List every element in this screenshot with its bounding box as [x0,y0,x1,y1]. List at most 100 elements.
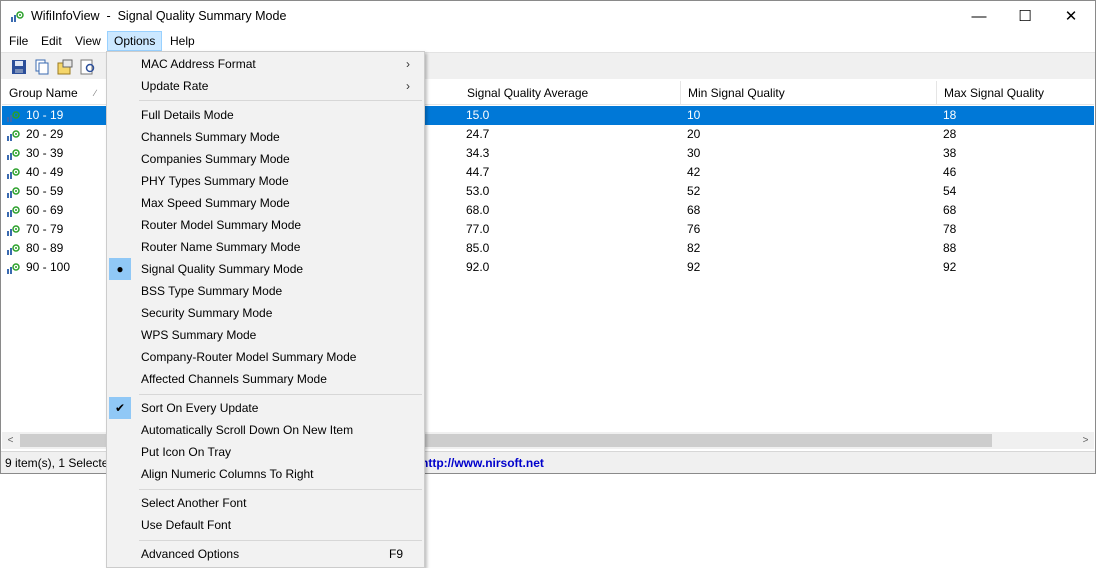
table-cell-group: 90 - 100 [26,260,71,274]
menu-item-sort-on-every-update[interactable]: ✔ Sort On Every Update [109,397,422,419]
menu-item-full-details-mode[interactable]: Full Details Mode [109,104,422,126]
wifi-signal-icon [7,263,20,274]
table-cell-max: 46 [943,165,957,179]
table-cell-avg: 85.0 [466,241,490,255]
find-icon[interactable] [78,57,98,77]
menu-item-use-default-font[interactable]: Use Default Font [109,514,422,536]
menu-item-router-model-summary-mode[interactable]: Router Model Summary Mode [109,214,422,236]
menu-item-max-speed-summary-mode[interactable]: Max Speed Summary Mode [109,192,422,214]
table-cell-max: 78 [943,222,957,236]
menu-item-phy-types-summary-mode[interactable]: PHY Types Summary Mode [109,170,422,192]
checkmark-icon: ✔ [109,397,131,419]
menu-item-company-router-model-summary-mode[interactable]: Company-Router Model Summary Mode [109,346,422,368]
table-cell-min: 30 [687,146,701,160]
window-title: WifiInfoView - Signal Quality Summary Mo… [31,9,287,23]
table-cell-min: 82 [687,241,701,255]
wifi-signal-icon [7,244,20,255]
table-cell-group: 40 - 49 [26,165,64,179]
column-header-group-name[interactable]: Group Name ∕ [2,81,107,105]
table-cell-group: 80 - 89 [26,241,64,255]
table-cell-max: 38 [943,146,957,160]
scroll-right-icon[interactable]: > [1077,432,1094,449]
status-item-count: 9 item(s), 1 Selected [5,456,116,470]
menu-item-align-numeric-right[interactable]: Align Numeric Columns To Right [109,463,422,485]
table-cell-max: 28 [943,127,957,141]
wifi-signal-icon [7,187,20,198]
wifi-signal-icon [7,149,20,160]
submenu-arrow-icon: › [406,79,410,93]
minimize-button[interactable]: — [956,1,1002,31]
table-cell-group: 60 - 69 [26,203,64,217]
table-cell-group: 70 - 79 [26,222,64,236]
menu-separator [139,394,422,395]
column-header-signal-quality-average[interactable]: Signal Quality Average [460,81,681,105]
menu-help[interactable]: Help [164,31,201,51]
menu-item-update-rate[interactable]: Update Rate › [109,75,422,97]
table-cell-max: 18 [943,108,957,122]
table-cell-group: 10 - 19 [26,108,64,122]
title-bar: WifiInfoView - Signal Quality Summary Mo… [1,1,1095,31]
submenu-arrow-icon: › [406,57,410,71]
table-cell-min: 10 [687,108,701,122]
table-cell-min: 52 [687,184,701,198]
table-cell-max: 54 [943,184,957,198]
table-cell-avg: 92.0 [466,260,490,274]
table-cell-max: 68 [943,203,957,217]
save-icon[interactable] [9,57,29,77]
table-cell-max: 92 [943,260,957,274]
table-cell-avg: 44.7 [466,165,490,179]
wifi-signal-icon [7,225,20,236]
menu-item-companies-summary-mode[interactable]: Companies Summary Mode [109,148,422,170]
table-cell-avg: 34.3 [466,146,490,160]
menu-separator [139,489,422,490]
menu-item-select-another-font[interactable]: Select Another Font [109,492,422,514]
menu-options[interactable]: Options [107,31,163,51]
menu-file[interactable]: File [3,31,34,51]
table-cell-max: 88 [943,241,957,255]
column-header-min-signal-quality[interactable]: Min Signal Quality [681,81,937,105]
column-header-max-signal-quality[interactable]: Max Signal Quality [937,81,1094,105]
menu-item-signal-quality-summary-mode[interactable]: ● Signal Quality Summary Mode [109,258,422,280]
menu-item-put-icon-on-tray[interactable]: Put Icon On Tray [109,441,422,463]
table-cell-group: 30 - 39 [26,146,64,160]
table-cell-min: 42 [687,165,701,179]
maximize-button[interactable]: ☐ [1002,1,1048,31]
shortcut-label: F9 [388,547,403,561]
table-cell-avg: 68.0 [466,203,490,217]
menu-separator [139,540,422,541]
wifi-signal-icon [7,111,20,122]
nirsoft-link[interactable]: http://www.nirsoft.net [421,456,544,470]
copy-icon[interactable] [32,57,52,77]
table-cell-min: 20 [687,127,701,141]
table-cell-avg: 77.0 [466,222,490,236]
radio-selected-icon: ● [109,258,131,280]
menu-item-advanced-options[interactable]: Advanced Options F9 [109,543,422,565]
menu-item-bss-type-summary-mode[interactable]: BSS Type Summary Mode [109,280,422,302]
properties-icon[interactable] [55,57,75,77]
options-menu: MAC Address Format › Update Rate › Full … [106,51,425,568]
menu-item-channels-summary-mode[interactable]: Channels Summary Mode [109,126,422,148]
table-cell-min: 76 [687,222,701,236]
menu-item-wps-summary-mode[interactable]: WPS Summary Mode [109,324,422,346]
wifi-signal-icon [7,130,20,141]
menu-item-security-summary-mode[interactable]: Security Summary Mode [109,302,422,324]
menu-item-mac-address-format[interactable]: MAC Address Format › [109,53,422,75]
table-cell-group: 20 - 29 [26,127,64,141]
wifi-signal-icon [7,168,20,179]
wifi-signal-icon [7,206,20,217]
table-cell-avg: 24.7 [466,127,490,141]
menu-item-auto-scroll[interactable]: Automatically Scroll Down On New Item [109,419,422,441]
menu-item-router-name-summary-mode[interactable]: Router Name Summary Mode [109,236,422,258]
table-cell-avg: 53.0 [466,184,490,198]
table-cell-min: 92 [687,260,701,274]
menu-item-affected-channels-summary-mode[interactable]: Affected Channels Summary Mode [109,368,422,390]
close-button[interactable]: ✕ [1048,1,1094,31]
table-cell-avg: 15.0 [466,108,490,122]
menu-bar: File Edit View Options Help [1,31,1095,51]
menu-edit[interactable]: Edit [35,31,68,51]
scroll-left-icon[interactable]: < [2,432,19,449]
sort-arrow-icon: ∕ [94,88,96,98]
table-cell-group: 50 - 59 [26,184,64,198]
menu-view[interactable]: View [69,31,107,51]
menu-separator [139,100,422,101]
